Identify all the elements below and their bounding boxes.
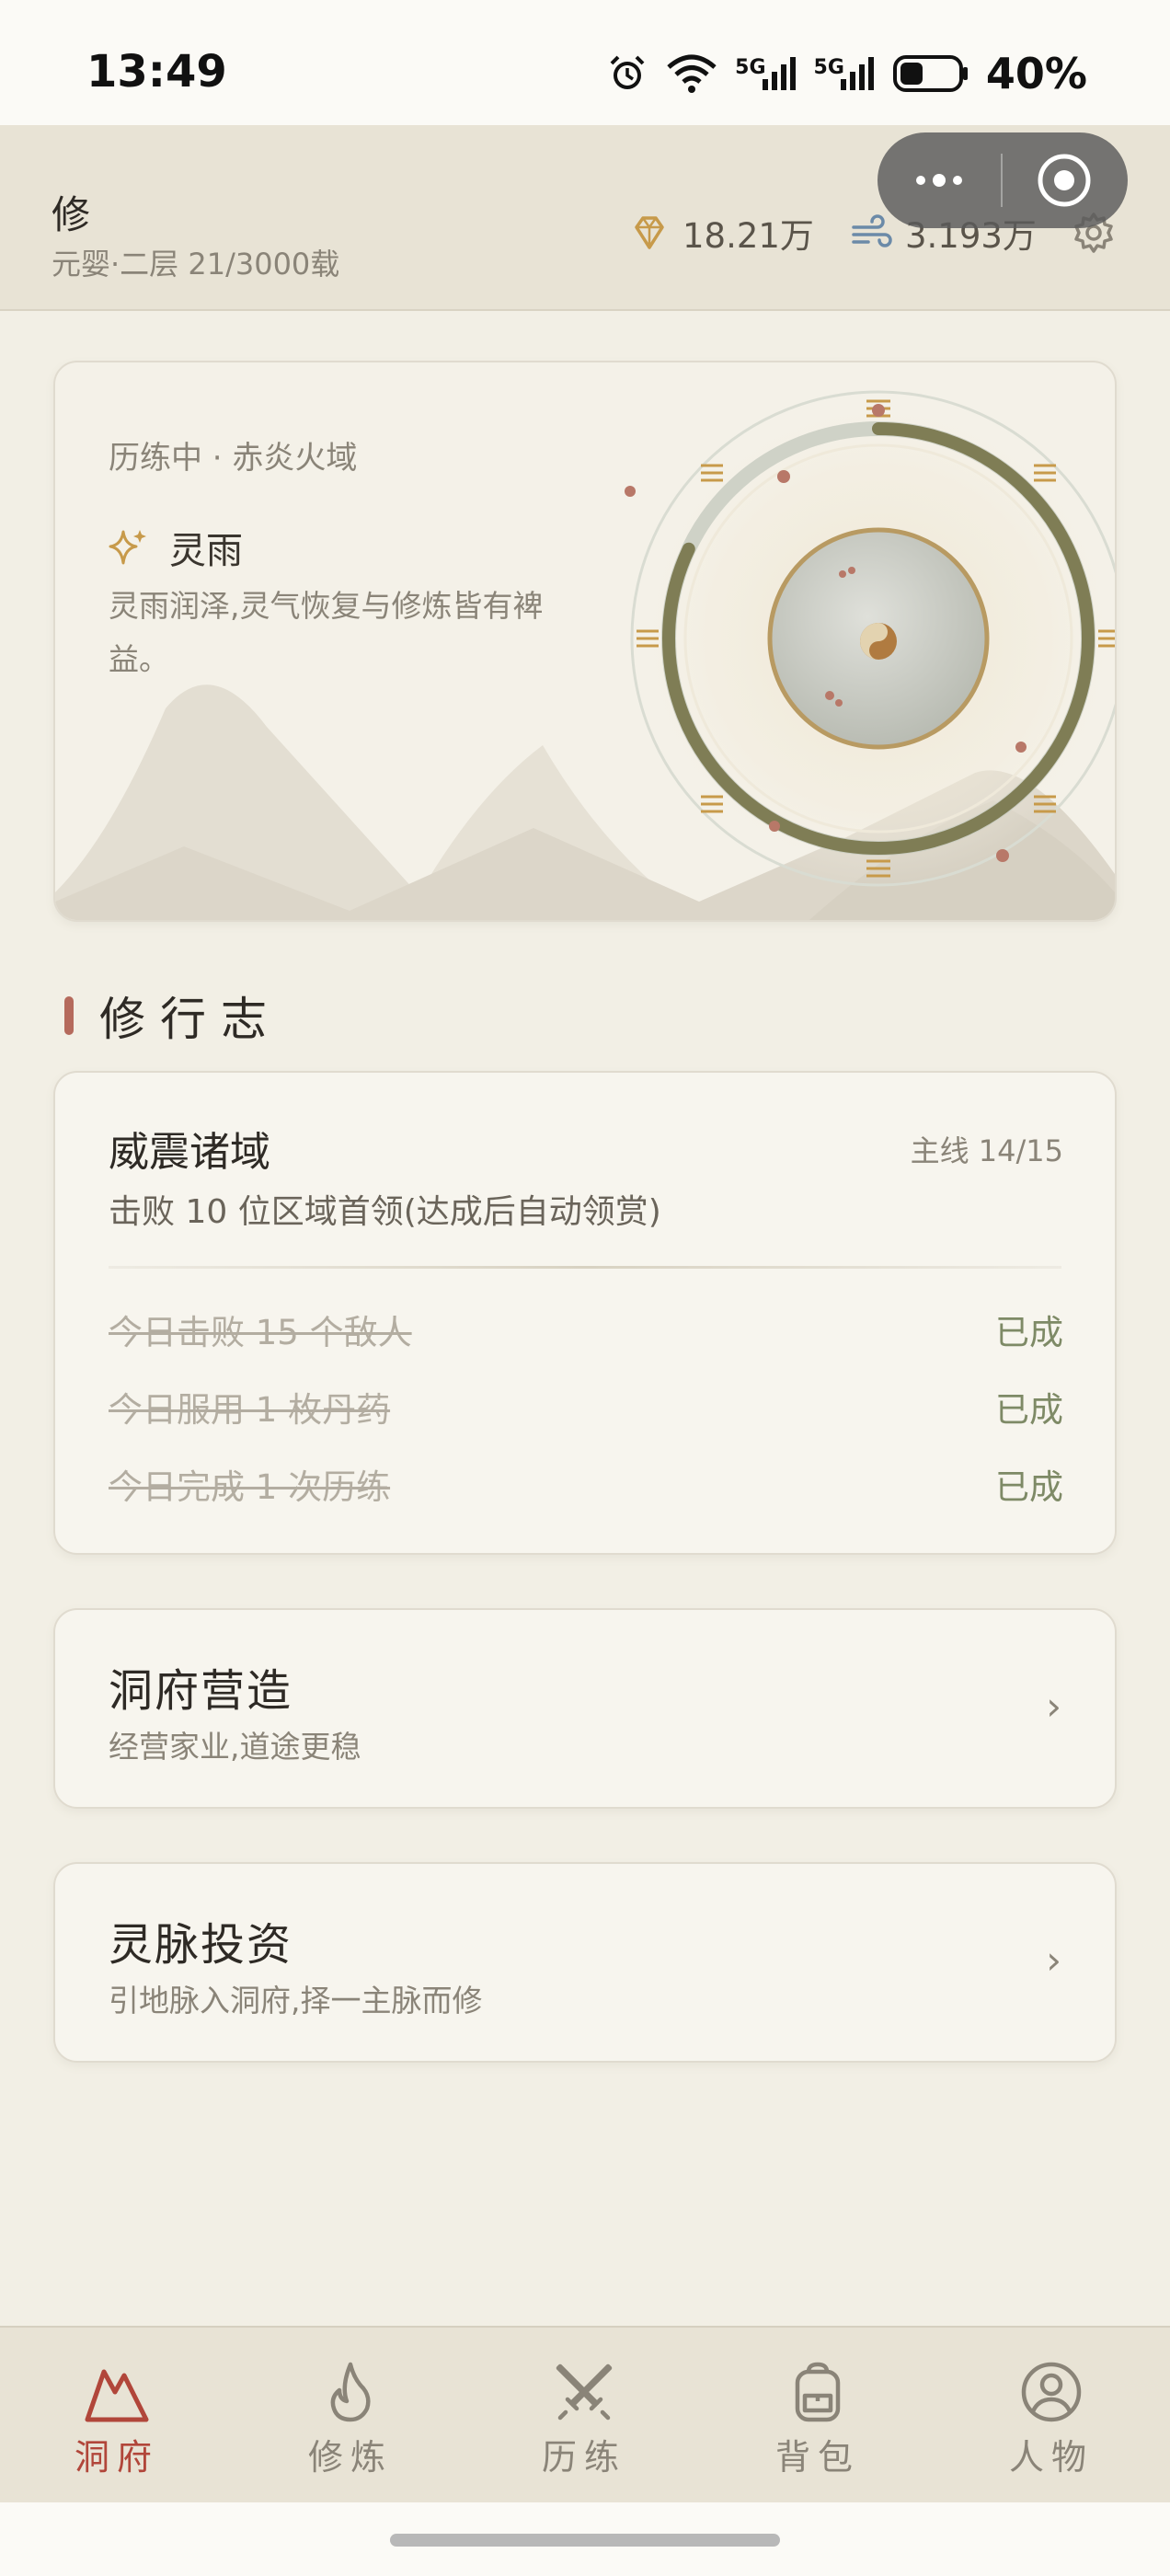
yin-yang-icon (860, 623, 897, 660)
nav-card-subtitle: 引地脉入洞府,择一主脉而修 (109, 1983, 483, 2018)
nav-card-title: 灵脉投资 (109, 1919, 293, 1971)
character-name: 修 (52, 192, 91, 237)
daily-task-text: 今日服用 1 枚丹药 (109, 1390, 391, 1430)
nav-card-subtitle: 经营家业,道途更稳 (109, 1729, 361, 1765)
chevron-right-icon: › (1046, 1684, 1061, 1729)
nav-card-title: 洞府营造 (109, 1665, 293, 1717)
miniprogram-capsule (878, 132, 1128, 228)
spirit-stone-counter: 18.21万 (629, 208, 814, 258)
chevron-right-icon: › (1046, 1938, 1061, 1983)
daily-task-row: 今日服用 1 枚丹药 已成 (109, 1374, 1063, 1439)
daily-task-row: 今日击败 15 个敌人 已成 (109, 1297, 1063, 1362)
cultivation-realm: 元婴·二层 21/3000载 (52, 247, 340, 282)
daily-task-status: 已成 (995, 1313, 1063, 1352)
target-close-icon (1038, 154, 1091, 207)
person-icon (1021, 2362, 1082, 2422)
daily-task-status: 已成 (995, 1467, 1063, 1507)
battery-percentage: 40% (985, 49, 1087, 98)
spirit-vein-investment-card[interactable]: 灵脉投资 引地脉入洞府,择一主脉而修 › (53, 1862, 1117, 2063)
status-time: 13:49 (86, 46, 227, 98)
training-location: 历练中 · 赤炎火域 (109, 440, 358, 477)
journal-section-header: 修行志 (64, 983, 281, 1049)
tab-cultivate[interactable]: 修炼 (234, 2328, 467, 2504)
tab-adventure[interactable]: 历练 (467, 2328, 701, 2504)
alarm-icon (610, 55, 645, 89)
tab-backpack[interactable]: 背包 (701, 2328, 935, 2504)
tab-label: 历练 (541, 2437, 626, 2478)
cave-building-card[interactable]: 洞府营造 经营家业,道途更稳 › (53, 1608, 1117, 1809)
status-icons: 5G 5G 40% (606, 46, 1087, 101)
tab-cave[interactable]: 洞府 (0, 2328, 234, 2504)
crossed-swords-icon (556, 2363, 613, 2421)
system-status-bar: 13:49 5G 5G 40% (0, 0, 1170, 125)
daily-task-row: 今日完成 1 次历练 已成 (109, 1452, 1063, 1516)
sparkle-icon (109, 530, 146, 565)
close-miniprogram-button[interactable] (1003, 132, 1126, 228)
wifi-icon (667, 54, 717, 93)
quest-card[interactable]: 威震诸域 主线 14/15 击败 10 位区域首领(达成后自动领赏) 今日击败 … (53, 1071, 1117, 1555)
gem-icon (635, 216, 664, 249)
main-quest-progress: 主线 14/15 (910, 1133, 1063, 1168)
gesture-area (0, 2502, 1170, 2576)
signal-icon (840, 57, 874, 90)
section-accent-bar (64, 996, 74, 1035)
main-quest-title: 威震诸域 (109, 1129, 270, 1176)
cultivation-orb[interactable] (570, 362, 1117, 914)
tab-label: 洞府 (74, 2437, 159, 2478)
more-dots-icon (916, 174, 962, 187)
network-type-label: 5G (735, 56, 766, 79)
main-quest-description: 击败 10 位区域首领(达成后自动领赏) (109, 1193, 661, 1231)
tab-label: 人物 (1008, 2437, 1094, 2478)
home-indicator[interactable] (390, 2534, 780, 2547)
signal-icon (762, 57, 796, 90)
backpack-icon (795, 2362, 841, 2422)
tab-label: 背包 (774, 2437, 860, 2478)
quest-divider (109, 1266, 1061, 1269)
mountain-icon (85, 2369, 149, 2422)
spirit-stone-value: 18.21万 (682, 216, 814, 256)
cultivation-status-card: 历练中 · 赤炎火域 灵雨 灵雨润泽,灵气恢复与修炼皆有裨益。 (53, 361, 1117, 922)
flame-icon (330, 2362, 371, 2422)
network-type-label: 5G (813, 56, 844, 79)
more-button[interactable] (878, 132, 1001, 228)
section-title: 修行志 (99, 993, 281, 1046)
tab-character[interactable]: 人物 (935, 2328, 1168, 2504)
daily-task-status: 已成 (995, 1390, 1063, 1430)
battery-icon (892, 55, 968, 92)
weather-name: 灵雨 (169, 530, 243, 572)
bottom-tab-bar: 洞府 修炼 历练 背包 人物 (0, 2326, 1170, 2504)
daily-task-text: 今日完成 1 次历练 (109, 1467, 391, 1507)
daily-task-text: 今日击败 15 个敌人 (109, 1313, 412, 1352)
weather-effect: 灵雨 (107, 521, 243, 574)
weather-description: 灵雨润泽,灵气恢复与修炼皆有裨益。 (109, 588, 544, 677)
tab-label: 修炼 (307, 2437, 393, 2478)
